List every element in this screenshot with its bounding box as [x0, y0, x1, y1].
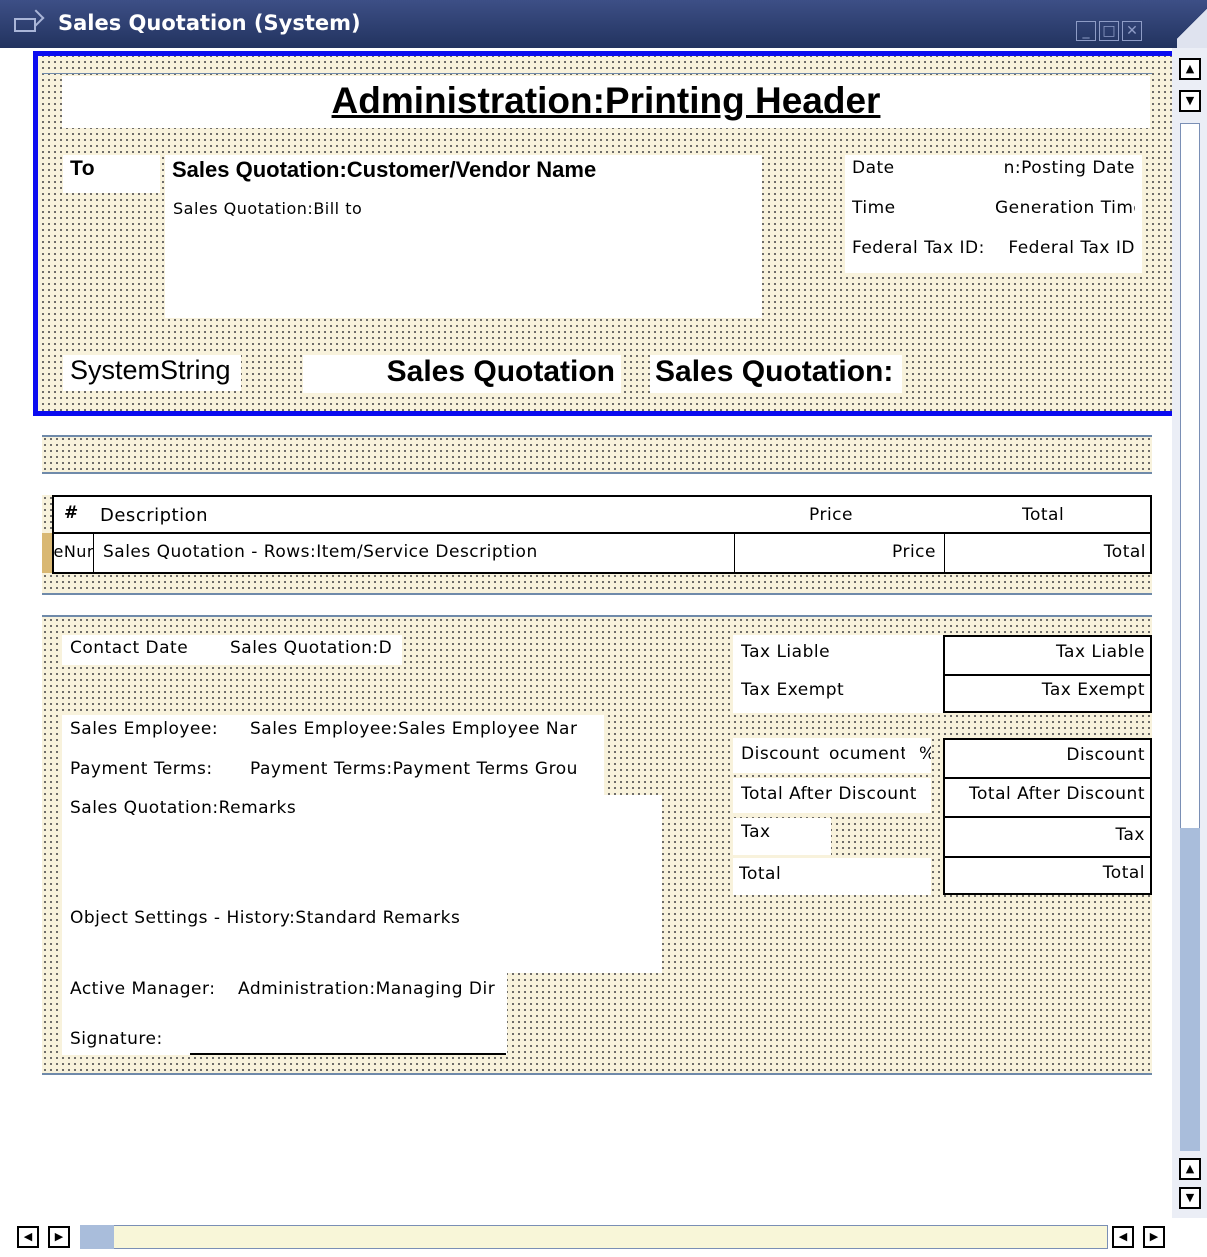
- vertical-scroll-thumb[interactable]: [1180, 828, 1200, 1151]
- active-manager-value: Administration:Managing Dir: [238, 979, 496, 999]
- scroll-left-icon[interactable]: ◀: [17, 1226, 39, 1248]
- row-num: eNur: [54, 542, 94, 561]
- standard-remarks-field: Object Settings - History:Standard Remar…: [70, 908, 461, 928]
- contact-date-field[interactable]: Contact Date Sales Quotation:D: [62, 635, 402, 665]
- payment-terms-label: Payment Terms:: [70, 759, 213, 779]
- scroll-page-right-icon[interactable]: ▶: [1143, 1226, 1165, 1248]
- cell-divider: [945, 674, 1150, 676]
- window-title: Sales Quotation (System): [58, 11, 361, 35]
- contact-date-value: Sales Quotation:D: [230, 638, 393, 658]
- remarks-box[interactable]: Sales Quotation:Remarks Object Settings …: [62, 795, 662, 973]
- employee-terms-box[interactable]: Sales Employee: Sales Employee:Sales Emp…: [62, 715, 604, 795]
- contact-date-label: Contact Date: [70, 638, 189, 658]
- vertical-scrollbar[interactable]: ▲ ▼ ▲ ▼: [1172, 48, 1207, 1220]
- tax-liable-label: Tax Liable: [741, 642, 831, 662]
- window-corner: [1177, 0, 1207, 48]
- maximize-icon[interactable]: □: [1099, 21, 1119, 41]
- section-line: [42, 593, 1152, 595]
- table-row[interactable]: eNur Sales Quotation - Rows:Item/Service…: [52, 533, 1152, 574]
- section-line: [42, 615, 1152, 617]
- horizontal-scroll-track[interactable]: [80, 1225, 1108, 1249]
- section-line: [42, 1073, 1152, 1075]
- row-price: Price: [892, 542, 936, 562]
- tax-label: Tax: [741, 822, 771, 842]
- selection-frame: [33, 51, 1184, 416]
- total-label-box[interactable]: Total: [733, 858, 931, 895]
- scroll-page-down-icon[interactable]: ▼: [1179, 1187, 1201, 1209]
- minimize-icon[interactable]: _: [1076, 21, 1096, 41]
- payment-terms-value: Payment Terms:Payment Terms Grou: [250, 759, 578, 779]
- tax-liable-value: Tax Liable: [1055, 642, 1145, 662]
- row-description: Sales Quotation - Rows:Item/Service Desc…: [103, 542, 538, 562]
- discount-value: Discount: [1066, 745, 1145, 765]
- active-manager-label: Active Manager:: [70, 979, 216, 999]
- section-line: [42, 472, 1152, 474]
- scroll-page-left-icon[interactable]: ◀: [1112, 1226, 1134, 1248]
- tax-label-box[interactable]: Tax: [733, 818, 831, 855]
- table-header-row[interactable]: # Description Price Total: [52, 495, 1152, 533]
- sales-employee-label: Sales Employee:: [70, 719, 219, 739]
- col-header-price: Price: [809, 505, 853, 525]
- total-after-label-box[interactable]: Total After Discount: [733, 778, 931, 813]
- tax-value: Tax: [1115, 825, 1145, 845]
- total-after-value: Total After Discount: [969, 784, 1145, 804]
- close-icon[interactable]: ✕: [1122, 21, 1142, 41]
- col-header-total: Total: [1022, 505, 1065, 525]
- cell-divider: [93, 534, 94, 572]
- total-value: Total: [1102, 863, 1145, 883]
- window-titlebar: Sales Quotation (System) _ □ ✕: [0, 0, 1207, 48]
- cell-divider: [945, 816, 1150, 818]
- horizontal-scrollbar[interactable]: ◀ ▶ ◀ ▶: [0, 1218, 1207, 1257]
- tax-liable-value-box[interactable]: Tax Liable Tax Exempt: [943, 635, 1152, 713]
- window-form-icon: [14, 18, 36, 32]
- row-total: Total: [1103, 542, 1146, 562]
- cell-divider: [734, 534, 735, 572]
- cell-divider: [944, 534, 945, 572]
- cell-divider: [945, 856, 1150, 858]
- col-header-num: #: [64, 503, 79, 523]
- scroll-page-up-icon[interactable]: ▲: [1179, 1158, 1201, 1180]
- section-line: [42, 435, 1152, 437]
- discount-label-box[interactable]: Discount ocument %: [733, 738, 931, 773]
- col-header-description: Description: [100, 505, 209, 526]
- scroll-up-icon[interactable]: ▲: [1179, 58, 1201, 80]
- discount-doc: ocument: [829, 744, 905, 764]
- total-label: Total: [739, 864, 782, 884]
- empty-band[interactable]: [42, 436, 1152, 474]
- tax-exempt-value: Tax Exempt: [1041, 680, 1145, 700]
- signature-label: Signature:: [70, 1029, 163, 1049]
- totals-value-box[interactable]: Discount Total After Discount Tax Total: [943, 738, 1152, 895]
- discount-pct: %: [919, 744, 931, 764]
- tax-exempt-label: Tax Exempt: [741, 680, 845, 700]
- remarks-field: Sales Quotation:Remarks: [70, 798, 297, 818]
- sales-employee-value: Sales Employee:Sales Employee Nar: [250, 719, 578, 739]
- scroll-down-icon[interactable]: ▼: [1179, 90, 1201, 112]
- discount-label: Discount: [741, 744, 820, 764]
- signature-line: [190, 1053, 506, 1055]
- horizontal-scroll-thumb[interactable]: [80, 1225, 114, 1249]
- manager-signature-box[interactable]: Active Manager: Administration:Managing …: [62, 973, 507, 1055]
- scroll-right-icon[interactable]: ▶: [48, 1226, 70, 1248]
- total-after-label: Total After Discount: [741, 784, 917, 804]
- cell-divider: [945, 777, 1150, 779]
